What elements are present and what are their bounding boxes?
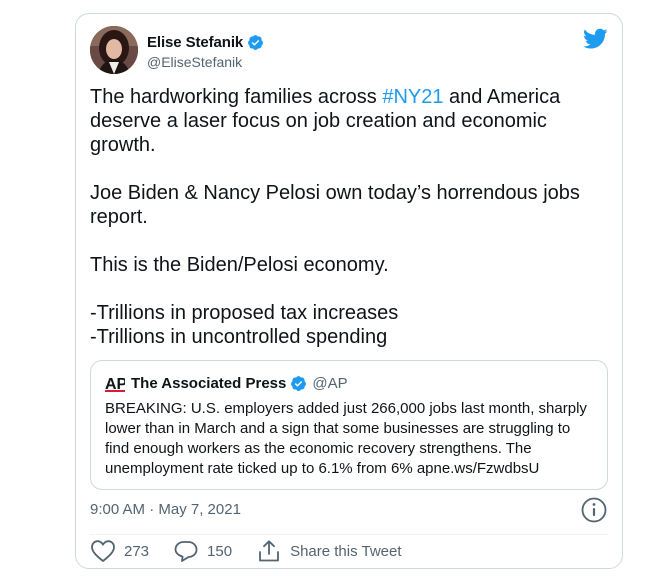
share-button[interactable]: Share this Tweet	[256, 539, 402, 563]
ap-logo-text: AP	[105, 376, 125, 392]
actions-divider	[90, 534, 608, 535]
author-handle[interactable]: @EliseStefanik	[147, 54, 242, 70]
tweet-text-segment: The hardworking families across	[90, 86, 383, 108]
reply-bubble-icon	[174, 541, 198, 562]
share-label: Share this Tweet	[290, 542, 402, 560]
tweet-paragraph-2: Joe Biden & Nancy Pelosi own today’s hor…	[90, 182, 580, 228]
tweet-actions: 273 150 Share this Tweet	[90, 538, 402, 564]
reply-count: 150	[207, 542, 233, 560]
hashtag-link[interactable]: #NY21	[382, 86, 443, 108]
tweet-bullet-1: -Trillions in proposed tax increases	[90, 302, 399, 324]
like-button[interactable]: 273	[90, 539, 149, 563]
tweet-text: The hardworking families across #NY21 an…	[90, 85, 610, 349]
twitter-bird-icon[interactable]	[583, 28, 608, 50]
tweet-paragraph-1: The hardworking families across #NY21 an…	[90, 85, 610, 157]
tweet-paragraph-4: -Trillions in proposed tax increases -Tri…	[90, 301, 610, 349]
ap-logo-icon: AP	[105, 376, 125, 392]
share-icon	[259, 540, 279, 562]
author-name[interactable]: Elise Stefanik	[147, 34, 243, 51]
verified-badge-icon	[248, 34, 264, 50]
tweet-paragraph-3: This is the Biden/Pelosi economy.	[90, 254, 389, 276]
avatar-photo-icon	[90, 26, 138, 74]
avatar[interactable]	[90, 26, 138, 74]
verified-badge-icon	[291, 375, 307, 391]
author-name-row: Elise Stefanik	[147, 32, 264, 52]
like-count: 273	[124, 542, 150, 560]
info-icon[interactable]	[580, 496, 608, 524]
quoted-tweet[interactable]: AP The Associated Press @AP BREAKING: U.…	[90, 360, 608, 490]
tweet-timestamp[interactable]: 9:00 AM · May 7, 2021	[90, 501, 241, 518]
heart-icon	[91, 540, 115, 562]
quoted-author-handle[interactable]: @AP	[312, 375, 347, 392]
tweet-card[interactable]: Elise Stefanik @EliseStefanik The hardwo…	[75, 13, 623, 569]
quoted-tweet-header: AP The Associated Press @AP	[105, 372, 348, 394]
quoted-author-name[interactable]: The Associated Press	[131, 375, 286, 392]
reply-button[interactable]: 150	[173, 539, 232, 563]
tweet-bullet-2: -Trillions in uncontrolled spending	[90, 326, 388, 348]
quoted-tweet-text: BREAKING: U.S. employers added just 266,…	[105, 400, 587, 477]
